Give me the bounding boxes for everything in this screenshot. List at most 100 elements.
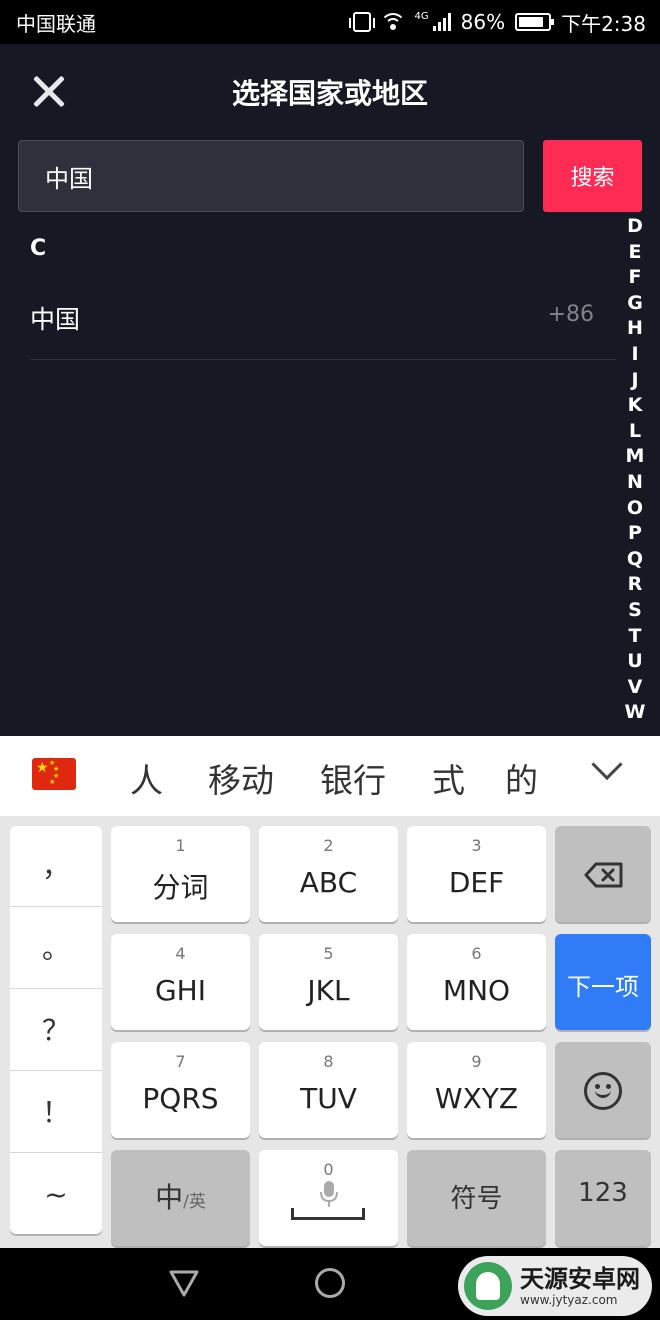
key-number: 3 bbox=[471, 836, 482, 855]
key-number: 4 bbox=[175, 944, 186, 963]
punctuation-column: ， 。 ？ ！ ~ bbox=[10, 826, 102, 1234]
keyboard: ， 。 ？ ！ ~ 1 分词 2 ABC 3 DEF 4 GHI 5 JKL 6… bbox=[0, 816, 660, 1248]
index-letter[interactable]: G bbox=[618, 291, 652, 317]
index-letter[interactable]: E bbox=[618, 240, 652, 266]
candidate-word[interactable]: 式 bbox=[432, 754, 465, 802]
key-number: 1 bbox=[175, 836, 186, 855]
network-type: 4G bbox=[414, 10, 429, 22]
index-letter[interactable]: U bbox=[618, 649, 652, 675]
punct-key[interactable]: ！ bbox=[10, 1072, 102, 1153]
carrier-label: 中国联通 bbox=[16, 11, 96, 36]
key-label: ABC bbox=[299, 866, 358, 899]
clock: 下午2:38 bbox=[561, 11, 646, 36]
space-key[interactable]: 0 bbox=[259, 1150, 398, 1246]
key-label: MNO bbox=[442, 974, 511, 1007]
key-7[interactable]: 7 PQRS bbox=[111, 1042, 250, 1138]
index-letter[interactable]: D bbox=[618, 214, 652, 240]
key-number: 2 bbox=[323, 836, 334, 855]
battery-percent: 86% bbox=[460, 10, 506, 34]
wifi-icon bbox=[380, 13, 405, 31]
symbols-label: 符号 bbox=[450, 1184, 503, 1214]
key-label: PQRS bbox=[142, 1082, 219, 1115]
key-number: 0 bbox=[323, 1160, 334, 1179]
key-1[interactable]: 1 分词 bbox=[111, 826, 250, 922]
key-number: 9 bbox=[471, 1052, 482, 1071]
search-button[interactable]: 搜索 bbox=[543, 140, 642, 212]
country-list-item[interactable]: 中国 +86 bbox=[30, 280, 616, 360]
section-header: C bbox=[30, 236, 47, 261]
index-letter[interactable]: W bbox=[618, 700, 652, 726]
key-6[interactable]: 6 MNO bbox=[407, 934, 546, 1030]
candidate-word[interactable]: 移动 bbox=[208, 754, 274, 802]
key-8[interactable]: 8 TUV bbox=[259, 1042, 398, 1138]
page-title: 选择国家或地区 bbox=[231, 77, 428, 110]
punct-key[interactable]: ？ bbox=[10, 990, 102, 1071]
index-letter[interactable]: Q bbox=[618, 547, 652, 573]
china-flag-icon[interactable]: ★ ★ ★ ★ ★ bbox=[32, 758, 76, 790]
key-label: DEF bbox=[448, 866, 505, 899]
watermark-title: 天源安卓网 bbox=[520, 1265, 640, 1293]
index-letter[interactable]: S bbox=[618, 598, 652, 624]
key-number: 7 bbox=[175, 1052, 186, 1071]
numbers-key[interactable]: 123 bbox=[555, 1150, 651, 1246]
key-label: 分词 bbox=[152, 871, 209, 904]
index-letter[interactable]: R bbox=[618, 572, 652, 598]
candidate-word[interactable]: 的 bbox=[505, 754, 538, 802]
index-letter[interactable]: I bbox=[618, 342, 652, 368]
signal-icon bbox=[432, 13, 451, 31]
lang-main: 中 bbox=[155, 1181, 184, 1214]
index-letter[interactable]: P bbox=[618, 521, 652, 547]
index-letter[interactable]: F bbox=[618, 265, 652, 291]
key-number: 5 bbox=[323, 944, 334, 963]
battery-icon bbox=[515, 13, 555, 31]
next-button[interactable]: 下一项 bbox=[555, 934, 651, 1030]
watermark: 天源安卓网 www.jytyaz.com bbox=[458, 1256, 652, 1316]
key-label: TUV bbox=[300, 1082, 357, 1115]
key-number: 8 bbox=[323, 1052, 334, 1071]
candidate-word[interactable]: 人 bbox=[130, 754, 163, 802]
index-letter[interactable]: L bbox=[618, 419, 652, 445]
home-icon[interactable] bbox=[315, 1268, 345, 1298]
index-letter[interactable]: K bbox=[618, 393, 652, 419]
lang-sub: /英 bbox=[183, 1192, 206, 1212]
back-icon[interactable] bbox=[168, 1268, 200, 1298]
candidate-word[interactable]: 银行 bbox=[320, 754, 386, 802]
punct-key[interactable]: ~ bbox=[10, 1154, 102, 1235]
search-input[interactable] bbox=[18, 140, 524, 212]
key-5[interactable]: 5 JKL bbox=[259, 934, 398, 1030]
microphone-icon bbox=[320, 1181, 338, 1207]
index-letter[interactable]: V bbox=[618, 675, 652, 701]
status-bar: 中国联通 4G 86% 下午2:38 bbox=[0, 0, 660, 44]
backspace-key[interactable] bbox=[555, 826, 651, 922]
punct-key[interactable]: 。 bbox=[10, 908, 102, 989]
index-letter[interactable]: M bbox=[618, 444, 652, 470]
key-label: GHI bbox=[154, 974, 206, 1007]
index-letter[interactable]: O bbox=[618, 496, 652, 522]
key-4[interactable]: 4 GHI bbox=[111, 934, 250, 1030]
emoji-key[interactable] bbox=[555, 1042, 651, 1138]
key-label: JKL bbox=[307, 974, 350, 1007]
language-switch-key[interactable]: 中/英 bbox=[111, 1150, 250, 1246]
backspace-icon bbox=[584, 862, 623, 888]
smile-icon bbox=[584, 1072, 622, 1110]
space-bar-icon bbox=[291, 1208, 365, 1220]
country-name: 中国 bbox=[30, 305, 81, 334]
android-logo-icon bbox=[464, 1262, 512, 1310]
header: 选择国家或地区 bbox=[0, 44, 660, 140]
key-3[interactable]: 3 DEF bbox=[407, 826, 546, 922]
key-9[interactable]: 9 WXYZ bbox=[407, 1042, 546, 1138]
key-label: WXYZ bbox=[434, 1082, 519, 1115]
candidate-bar: ★ ★ ★ ★ ★ 人 移动 银行 式 的 bbox=[0, 736, 660, 816]
index-letter[interactable]: N bbox=[618, 470, 652, 496]
index-letter[interactable]: J bbox=[618, 368, 652, 394]
punct-key[interactable]: ， bbox=[10, 826, 102, 907]
index-letter[interactable]: H bbox=[618, 316, 652, 342]
key-2[interactable]: 2 ABC bbox=[259, 826, 398, 922]
key-number: 6 bbox=[471, 944, 482, 963]
vibrate-icon bbox=[348, 12, 375, 32]
status-icons: 4G 86% 下午2:38 bbox=[348, 8, 646, 37]
alphabet-index[interactable]: DEFGHIJKLMNOPQRSTUVW bbox=[618, 214, 652, 726]
next-label: 下一项 bbox=[567, 973, 639, 1001]
index-letter[interactable]: T bbox=[618, 624, 652, 650]
symbols-key[interactable]: 符号 bbox=[407, 1150, 546, 1246]
